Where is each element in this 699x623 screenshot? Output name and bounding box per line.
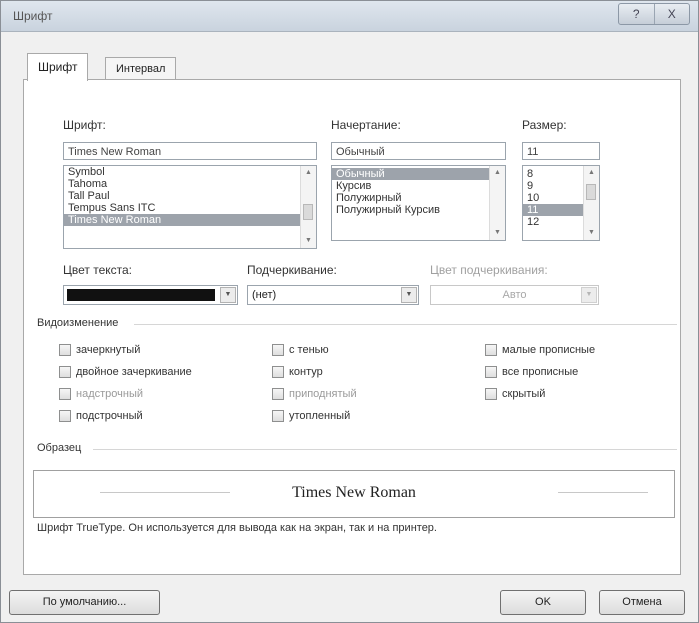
style-option[interactable]: Курсив (332, 180, 505, 192)
underline-color-label: Цвет подчеркивания: (430, 263, 548, 277)
shadow-checkbox[interactable]: с тенью (272, 344, 329, 356)
font-option[interactable]: Tall Paul (64, 190, 316, 202)
scroll-thumb[interactable] (586, 184, 596, 200)
underline-color-value: Авто (502, 289, 527, 301)
all-caps-checkbox[interactable]: все прописные (485, 366, 578, 378)
size-label: Размер: (522, 118, 567, 132)
checkbox-label: скрытый (502, 388, 546, 400)
checkbox-label: утопленный (289, 410, 351, 422)
checkbox-label: приподнятый (289, 388, 357, 400)
style-list[interactable]: Обычный Курсив Полужирный Полужирный Кур… (331, 165, 506, 241)
emboss-checkbox[interactable]: приподнятый (272, 388, 357, 400)
chevron-down-icon[interactable]: ▼ (581, 287, 597, 303)
tab-font[interactable]: Шрифт (27, 53, 89, 81)
chevron-down-icon[interactable]: ▼ (401, 287, 417, 303)
small-caps-checkbox[interactable]: малые прописные (485, 344, 595, 356)
font-option[interactable]: Tahoma (64, 178, 316, 190)
underline-dropdown[interactable]: (нет) ▼ (247, 285, 419, 305)
checkbox-box[interactable] (59, 344, 71, 356)
font-option[interactable]: Symbol (64, 166, 316, 178)
preview-group-title: Образец (37, 442, 82, 454)
scroll-down-arrow-icon[interactable]: ▼ (584, 226, 599, 240)
checkbox-box[interactable] (485, 366, 497, 378)
checkbox-box[interactable] (59, 410, 71, 422)
text-color-label: Цвет текста: (63, 263, 133, 277)
preview-group-divider (93, 449, 677, 450)
font-option-selected[interactable]: Times New Roman (64, 214, 316, 226)
hidden-checkbox[interactable]: скрытый (485, 388, 545, 400)
title-bar: Шрифт ? X (1, 1, 698, 32)
font-dialog: Шрифт ? X Шрифт Интервал Шрифт: Times Ne… (0, 0, 699, 623)
effects-group-divider (134, 324, 677, 325)
subscript-checkbox[interactable]: подстрочный (59, 410, 143, 422)
size-list-scrollbar[interactable]: ▲ ▼ (583, 166, 599, 240)
checkbox-box[interactable] (272, 344, 284, 356)
preview-baseline-right (558, 492, 648, 493)
checkbox-box[interactable] (272, 410, 284, 422)
checkbox-box[interactable] (485, 388, 497, 400)
checkbox-box[interactable] (272, 366, 284, 378)
underline-color-dropdown[interactable]: Авто ▼ (430, 285, 599, 305)
text-color-dropdown[interactable]: ▼ (63, 285, 238, 305)
checkbox-label: все прописные (502, 366, 579, 378)
window-controls: ? X (618, 3, 690, 25)
checkbox-label: надстрочный (76, 388, 143, 400)
checkbox-label: зачеркнутый (76, 344, 141, 356)
ok-button[interactable]: OK (500, 590, 586, 615)
tab-spacing[interactable]: Интервал (105, 57, 177, 80)
checkbox-box[interactable] (59, 366, 71, 378)
style-option[interactable]: Полужирный (332, 192, 505, 204)
text-color-swatch (67, 289, 215, 301)
cancel-button[interactable]: Отмена (599, 590, 685, 615)
underline-label: Подчеркивание: (247, 263, 337, 277)
style-option[interactable]: Полужирный Курсив (332, 204, 505, 216)
checkbox-box[interactable] (59, 388, 71, 400)
help-button[interactable]: ? (619, 4, 655, 24)
strikethrough-checkbox[interactable]: зачеркнутый (59, 344, 140, 356)
checkbox-label: двойное зачеркивание (76, 366, 192, 378)
font-name-input[interactable]: Times New Roman (63, 142, 317, 160)
engrave-checkbox[interactable]: утопленный (272, 410, 350, 422)
checkbox-label: подстрочный (76, 410, 143, 422)
font-label: Шрифт: (63, 118, 106, 132)
set-default-button[interactable]: По умолчанию... (9, 590, 160, 615)
preview-box: Times New Roman (33, 470, 675, 518)
size-list[interactable]: 8 9 10 11 12 ▲ ▼ (522, 165, 600, 241)
chevron-down-icon[interactable]: ▼ (220, 287, 236, 303)
font-info-note: Шрифт TrueType. Он используется для выво… (37, 522, 437, 534)
style-label: Начертание: (331, 118, 401, 132)
effects-group-title: Видоизменение (37, 317, 119, 329)
checkbox-box[interactable] (485, 344, 497, 356)
style-option-selected[interactable]: Обычный (332, 168, 505, 180)
outline-checkbox[interactable]: контур (272, 366, 323, 378)
checkbox-label: контур (289, 366, 323, 378)
font-list-scrollbar[interactable]: ▲ ▼ (300, 166, 316, 248)
scroll-up-arrow-icon[interactable]: ▲ (490, 166, 505, 180)
style-list-scrollbar[interactable]: ▲ ▼ (489, 166, 505, 240)
font-option[interactable]: Tempus Sans ITC (64, 202, 316, 214)
scroll-up-arrow-icon[interactable]: ▲ (584, 166, 599, 180)
double-strikethrough-checkbox[interactable]: двойное зачеркивание (59, 366, 192, 378)
scroll-up-arrow-icon[interactable]: ▲ (301, 166, 316, 180)
checkbox-label: с тенью (289, 344, 329, 356)
style-input[interactable]: Обычный (331, 142, 506, 160)
superscript-checkbox[interactable]: надстрочный (59, 388, 143, 400)
checkbox-box[interactable] (272, 388, 284, 400)
checkbox-label: малые прописные (502, 344, 596, 356)
font-list[interactable]: Symbol Tahoma Tall Paul Tempus Sans ITC … (63, 165, 317, 249)
scroll-down-arrow-icon[interactable]: ▼ (490, 226, 505, 240)
scroll-down-arrow-icon[interactable]: ▼ (301, 234, 316, 248)
preview-text: Times New Roman (292, 484, 416, 501)
window-title: Шрифт (13, 9, 53, 23)
scroll-thumb[interactable] (303, 204, 313, 220)
size-input[interactable]: 11 (522, 142, 600, 160)
close-button[interactable]: X (655, 4, 690, 24)
underline-value: (нет) (252, 289, 277, 301)
